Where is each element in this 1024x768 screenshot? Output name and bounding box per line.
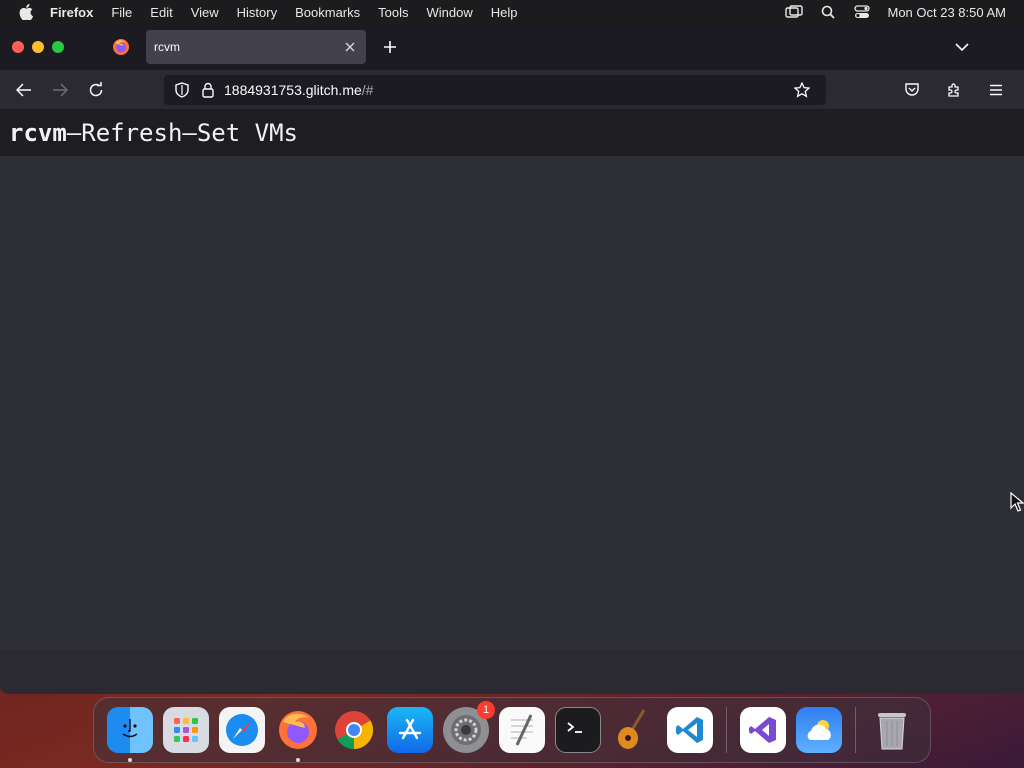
trash-icon bbox=[878, 713, 906, 750]
dock-safari[interactable] bbox=[219, 707, 265, 753]
menu-edit[interactable]: Edit bbox=[150, 5, 172, 20]
forward-button[interactable] bbox=[44, 74, 76, 106]
app-store-icon bbox=[398, 718, 422, 740]
plus-icon bbox=[384, 41, 396, 53]
header-separator: – bbox=[182, 119, 197, 147]
pocket-button[interactable] bbox=[896, 74, 928, 106]
firefox-icon bbox=[279, 711, 317, 749]
firefox-window: rcvm 1884931753.glitch.me/# rcvm – Refre… bbox=[0, 24, 1024, 694]
dock-trash[interactable] bbox=[869, 707, 915, 753]
window-zoom-button[interactable] bbox=[52, 41, 64, 53]
window-minimize-button[interactable] bbox=[32, 41, 44, 53]
extensions-button[interactable] bbox=[938, 74, 970, 106]
site-lock-icon[interactable] bbox=[198, 80, 218, 100]
tab-close-icon[interactable] bbox=[342, 39, 358, 55]
dock-firefox[interactable] bbox=[275, 707, 321, 762]
finder-icon bbox=[122, 719, 138, 738]
terminal-icon bbox=[567, 722, 582, 733]
tab-bar: rcvm bbox=[0, 24, 1024, 70]
hamburger-menu-icon bbox=[990, 84, 1002, 95]
dock-separator bbox=[726, 707, 727, 753]
pocket-icon bbox=[905, 82, 919, 96]
menu-app-firefox[interactable]: Firefox bbox=[50, 5, 93, 20]
window-close-button[interactable] bbox=[12, 41, 24, 53]
tab-rcvm[interactable]: rcvm bbox=[146, 30, 366, 64]
screen-mirroring-icon[interactable] bbox=[785, 4, 804, 20]
refresh-link[interactable]: Refresh bbox=[81, 119, 182, 147]
dock: 1 bbox=[93, 697, 931, 763]
dock-app-store[interactable] bbox=[387, 707, 433, 753]
bookmark-star-icon[interactable] bbox=[792, 80, 812, 100]
window-controls bbox=[12, 41, 64, 53]
dock-terminal[interactable] bbox=[555, 707, 601, 753]
url-host: 1884931753.glitch.me bbox=[224, 81, 362, 98]
dock-visual-studio[interactable] bbox=[740, 707, 786, 753]
toolbar-right bbox=[896, 74, 1016, 106]
chrome-icon bbox=[335, 711, 374, 750]
dock-system-settings[interactable]: 1 bbox=[443, 701, 495, 753]
vscode-icon bbox=[676, 717, 703, 743]
dock-finder[interactable] bbox=[107, 707, 153, 762]
menu-help[interactable]: Help bbox=[491, 5, 518, 20]
url-path: /# bbox=[361, 81, 374, 98]
reload-button[interactable] bbox=[80, 74, 112, 106]
arrow-left-icon bbox=[16, 82, 31, 97]
spotlight-search-icon[interactable] bbox=[819, 4, 837, 20]
pinned-tab-firefox[interactable] bbox=[104, 30, 138, 64]
menu-bar: Firefox File Edit View History Bookmarks… bbox=[0, 0, 1024, 24]
url-text[interactable]: 1884931753.glitch.me/# bbox=[224, 82, 373, 98]
dock-launchpad[interactable] bbox=[163, 707, 209, 753]
weather-cloud-sun-icon bbox=[807, 720, 831, 740]
menu-tools[interactable]: Tools bbox=[378, 5, 408, 20]
compass-icon bbox=[226, 714, 258, 746]
menubar-clock[interactable]: Mon Oct 23 8:50 AM bbox=[887, 5, 1006, 20]
app-menu-button[interactable] bbox=[980, 74, 1012, 106]
firefox-icon bbox=[113, 39, 129, 55]
menu-view[interactable]: View bbox=[191, 5, 219, 20]
navigation-toolbar: 1884931753.glitch.me/# bbox=[0, 70, 1024, 110]
menu-history[interactable]: History bbox=[237, 5, 277, 20]
back-button[interactable] bbox=[8, 74, 40, 106]
arrow-right-icon bbox=[53, 82, 68, 97]
list-all-tabs-button[interactable] bbox=[952, 37, 972, 57]
tracking-protection-shield-icon[interactable] bbox=[172, 80, 192, 100]
site-brand[interactable]: rcvm bbox=[9, 119, 67, 147]
gear-icon bbox=[451, 715, 481, 745]
apple-menu-icon[interactable] bbox=[18, 4, 34, 20]
menu-file[interactable]: File bbox=[111, 5, 132, 20]
mouse-cursor-icon bbox=[1010, 492, 1024, 512]
menu-bookmarks[interactable]: Bookmarks bbox=[295, 5, 360, 20]
new-tab-button[interactable] bbox=[380, 37, 400, 57]
chevron-down-icon bbox=[955, 42, 969, 51]
puzzle-piece-icon bbox=[948, 82, 959, 97]
dock-separator bbox=[855, 707, 856, 753]
web-page: rcvm – Refresh – Set VMs bbox=[0, 110, 1024, 650]
url-bar[interactable]: 1884931753.glitch.me/# bbox=[164, 74, 826, 105]
textedit-icon bbox=[511, 714, 533, 746]
header-separator: – bbox=[66, 119, 82, 147]
set-vms-link[interactable]: Set VMs bbox=[197, 119, 298, 147]
notification-badge: 1 bbox=[477, 701, 495, 719]
menu-window[interactable]: Window bbox=[427, 5, 473, 20]
dock-vscode[interactable] bbox=[667, 707, 713, 753]
launchpad-grid-icon bbox=[174, 718, 198, 742]
page-header: rcvm – Refresh – Set VMs bbox=[0, 110, 1024, 156]
tab-title: rcvm bbox=[154, 40, 180, 54]
visual-studio-icon bbox=[749, 717, 776, 743]
guitar-icon bbox=[618, 709, 646, 749]
dock-chrome[interactable] bbox=[331, 707, 377, 753]
running-indicator bbox=[296, 758, 300, 762]
reload-icon bbox=[89, 81, 103, 96]
dock-garageband[interactable] bbox=[611, 707, 657, 753]
dock-textedit[interactable] bbox=[499, 707, 545, 753]
control-center-icon[interactable] bbox=[853, 4, 871, 20]
running-indicator bbox=[128, 758, 132, 762]
dock-weather[interactable] bbox=[796, 707, 842, 753]
